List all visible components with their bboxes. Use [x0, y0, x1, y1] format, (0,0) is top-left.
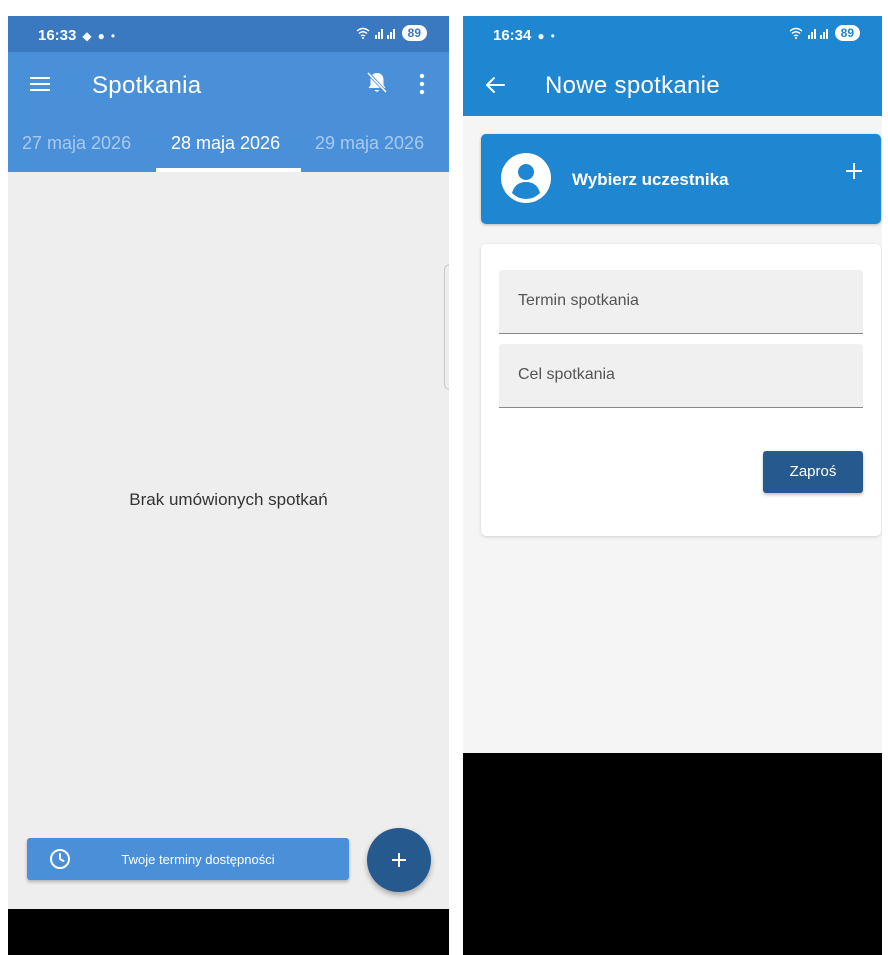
wifi-icon: [789, 27, 803, 39]
signal-icon: [807, 29, 828, 39]
wifi-icon: [356, 27, 370, 39]
add-meeting-button[interactable]: [367, 828, 431, 892]
meeting-term-field[interactable]: Termin spotkania: [499, 270, 863, 334]
signal-icon: [374, 29, 395, 39]
tab-27-maja[interactable]: 27 maja 2026: [22, 133, 131, 154]
battery-icon: 89: [834, 25, 860, 41]
choose-participant-label: Wybierz uczestnika: [572, 170, 729, 189]
more-vert-icon[interactable]: [418, 73, 426, 95]
tab-29-maja[interactable]: 29 maja 2026: [315, 133, 424, 154]
notification-dot-icon: •: [550, 28, 555, 43]
status-bar: 16:34 ● • 89: [463, 16, 882, 52]
meeting-purpose-placeholder: Cel spotkania: [518, 366, 615, 383]
status-time-group: 16:33 ◆ ● •: [38, 27, 115, 44]
system-icons: 89: [356, 25, 427, 41]
battery-icon: 89: [401, 25, 427, 41]
empty-black-area: [463, 753, 882, 955]
status-bar: 16:33 ◆ ● • 89: [8, 16, 449, 52]
drawer-handle[interactable]: [444, 264, 449, 390]
choose-participant-card[interactable]: Wybierz uczestnika: [481, 134, 881, 224]
bell-off-icon[interactable]: [366, 71, 388, 95]
empty-state-message: Brak umówionych spotkań: [129, 490, 328, 509]
messenger-icon: ●: [97, 28, 105, 43]
date-tabs: 27 maja 2026 28 maja 2026 29 maja 2026: [8, 116, 449, 172]
status-time-group: 16:34 ● •: [493, 27, 555, 44]
new-meeting-screen: 16:34 ● • 89 Nowe spotkanie Wybierz ucze…: [463, 16, 882, 955]
status-time: 16:34: [493, 27, 532, 44]
page-title: Spotkania: [92, 72, 202, 99]
app-bar: Nowe spotkanie: [463, 52, 882, 116]
active-tab-indicator: [156, 168, 301, 172]
meetings-screen: 16:33 ◆ ● • 89 Spotkania 27 maja 2026 28…: [8, 16, 449, 955]
availability-button-label: Twoje terminy dostępności: [121, 852, 275, 867]
app-bar: Spotkania: [8, 52, 449, 116]
plus-icon: [392, 853, 406, 867]
system-nav-bar: [8, 909, 449, 955]
page-title: Nowe spotkanie: [545, 72, 720, 99]
system-icons: 89: [789, 25, 860, 41]
messenger-icon: ●: [537, 28, 545, 43]
meeting-form-card: Termin spotkania Cel spotkania Zaproś: [481, 244, 881, 536]
meeting-term-placeholder: Termin spotkania: [518, 292, 639, 309]
meeting-purpose-field[interactable]: Cel spotkania: [499, 344, 863, 408]
tab-28-maja[interactable]: 28 maja 2026: [171, 133, 280, 154]
plus-icon[interactable]: [845, 162, 863, 180]
back-arrow-icon[interactable]: [485, 76, 505, 94]
availability-button[interactable]: Twoje terminy dostępności: [27, 838, 349, 880]
notification-dot-icon: •: [110, 28, 116, 43]
status-time: 16:33: [38, 27, 77, 44]
account-circle-icon: [501, 153, 551, 203]
menu-icon[interactable]: [30, 77, 50, 91]
invite-button[interactable]: Zaproś: [763, 451, 863, 493]
location-icon: ◆: [82, 28, 92, 43]
